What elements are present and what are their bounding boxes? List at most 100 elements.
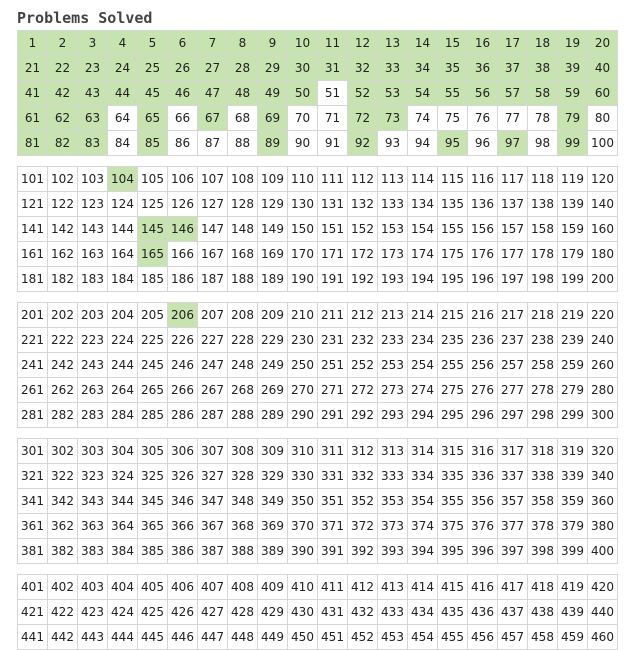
problem-cell[interactable]: 276	[467, 377, 498, 403]
problem-cell-solved[interactable]: 39	[557, 55, 588, 81]
problem-cell[interactable]: 413	[377, 574, 408, 600]
problem-cell-solved[interactable]: 24	[107, 55, 138, 81]
problem-cell[interactable]: 242	[47, 352, 78, 378]
problem-cell[interactable]: 318	[527, 438, 558, 464]
problem-cell[interactable]: 375	[437, 513, 468, 539]
problem-cell[interactable]: 366	[167, 513, 198, 539]
problem-cell[interactable]: 253	[377, 352, 408, 378]
problem-cell[interactable]: 232	[347, 327, 378, 353]
problem-cell[interactable]: 226	[167, 327, 198, 353]
problem-cell[interactable]: 156	[467, 216, 498, 242]
problem-cell-solved[interactable]: 46	[167, 80, 198, 106]
problem-cell-solved[interactable]: 42	[47, 80, 78, 106]
problem-cell[interactable]: 182	[47, 266, 78, 292]
problem-cell[interactable]: 292	[347, 402, 378, 428]
problem-cell[interactable]: 416	[467, 574, 498, 600]
problem-cell-solved[interactable]: 206	[167, 302, 198, 328]
problem-cell[interactable]: 309	[257, 438, 288, 464]
problem-cell[interactable]: 417	[497, 574, 528, 600]
problem-cell[interactable]: 181	[17, 266, 48, 292]
problem-cell[interactable]: 101	[17, 166, 48, 192]
problem-cell[interactable]: 110	[287, 166, 318, 192]
problem-cell-solved[interactable]: 92	[347, 130, 378, 156]
problem-cell[interactable]: 281	[17, 402, 48, 428]
problem-cell-solved[interactable]: 79	[557, 105, 588, 131]
problem-cell[interactable]: 64	[107, 105, 138, 131]
problem-cell[interactable]: 260	[587, 352, 618, 378]
problem-cell-solved[interactable]: 104	[107, 166, 138, 192]
problem-cell[interactable]: 420	[587, 574, 618, 600]
problem-cell[interactable]: 395	[437, 538, 468, 564]
problem-cell-solved[interactable]: 18	[527, 30, 558, 56]
problem-cell[interactable]: 409	[257, 574, 288, 600]
problem-cell[interactable]: 273	[377, 377, 408, 403]
problem-cell[interactable]: 173	[377, 241, 408, 267]
problem-cell[interactable]: 391	[317, 538, 348, 564]
problem-cell[interactable]: 335	[437, 463, 468, 489]
problem-cell[interactable]: 114	[407, 166, 438, 192]
problem-cell[interactable]: 86	[167, 130, 198, 156]
problem-cell[interactable]: 191	[317, 266, 348, 292]
problem-cell[interactable]: 355	[437, 488, 468, 514]
problem-cell[interactable]: 116	[467, 166, 498, 192]
problem-cell[interactable]: 291	[317, 402, 348, 428]
problem-cell[interactable]: 256	[467, 352, 498, 378]
problem-cell[interactable]: 124	[107, 191, 138, 217]
problem-cell[interactable]: 167	[197, 241, 228, 267]
problem-cell[interactable]: 223	[77, 327, 108, 353]
problem-cell[interactable]: 248	[227, 352, 258, 378]
problem-cell[interactable]: 414	[407, 574, 438, 600]
problem-cell[interactable]: 208	[227, 302, 258, 328]
problem-cell[interactable]: 107	[197, 166, 228, 192]
problem-cell[interactable]: 345	[137, 488, 168, 514]
problem-cell-solved[interactable]: 41	[17, 80, 48, 106]
problem-cell[interactable]: 78	[527, 105, 558, 131]
problem-cell-solved[interactable]: 20	[587, 30, 618, 56]
problem-cell[interactable]: 282	[47, 402, 78, 428]
problem-cell[interactable]: 154	[407, 216, 438, 242]
problem-cell[interactable]: 322	[47, 463, 78, 489]
problem-cell[interactable]: 113	[377, 166, 408, 192]
problem-cell[interactable]: 419	[557, 574, 588, 600]
problem-cell-solved[interactable]: 4	[107, 30, 138, 56]
problem-cell[interactable]: 434	[407, 599, 438, 625]
problem-cell[interactable]: 287	[197, 402, 228, 428]
problem-cell[interactable]: 288	[227, 402, 258, 428]
problem-cell-solved[interactable]: 36	[467, 55, 498, 81]
problem-cell[interactable]: 212	[347, 302, 378, 328]
problem-cell[interactable]: 215	[437, 302, 468, 328]
problem-cell[interactable]: 127	[197, 191, 228, 217]
problem-cell[interactable]: 456	[467, 624, 498, 650]
problem-cell[interactable]: 332	[347, 463, 378, 489]
problem-cell[interactable]: 194	[407, 266, 438, 292]
problem-cell-solved[interactable]: 1	[17, 30, 48, 56]
problem-cell[interactable]: 441	[17, 624, 48, 650]
problem-cell[interactable]: 408	[227, 574, 258, 600]
problem-cell[interactable]: 201	[17, 302, 48, 328]
problem-cell[interactable]: 228	[227, 327, 258, 353]
problem-cell[interactable]: 168	[227, 241, 258, 267]
problem-cell[interactable]: 152	[347, 216, 378, 242]
problem-cell[interactable]: 344	[107, 488, 138, 514]
problem-cell[interactable]: 320	[587, 438, 618, 464]
problem-cell[interactable]: 213	[377, 302, 408, 328]
problem-cell-solved[interactable]: 65	[137, 105, 168, 131]
problem-cell[interactable]: 398	[527, 538, 558, 564]
problem-cell[interactable]: 325	[137, 463, 168, 489]
problem-cell[interactable]: 161	[17, 241, 48, 267]
problem-cell[interactable]: 111	[317, 166, 348, 192]
problem-cell[interactable]: 205	[137, 302, 168, 328]
problem-cell[interactable]: 117	[497, 166, 528, 192]
problem-cell[interactable]: 290	[287, 402, 318, 428]
problem-cell[interactable]: 447	[197, 624, 228, 650]
problem-cell-solved[interactable]: 95	[437, 130, 468, 156]
problem-cell[interactable]: 445	[137, 624, 168, 650]
problem-cell[interactable]: 189	[257, 266, 288, 292]
problem-cell[interactable]: 339	[557, 463, 588, 489]
problem-cell-solved[interactable]: 52	[347, 80, 378, 106]
problem-cell[interactable]: 362	[47, 513, 78, 539]
problem-cell[interactable]: 367	[197, 513, 228, 539]
problem-cell[interactable]: 210	[287, 302, 318, 328]
problem-cell-solved[interactable]: 81	[17, 130, 48, 156]
problem-cell[interactable]: 401	[17, 574, 48, 600]
